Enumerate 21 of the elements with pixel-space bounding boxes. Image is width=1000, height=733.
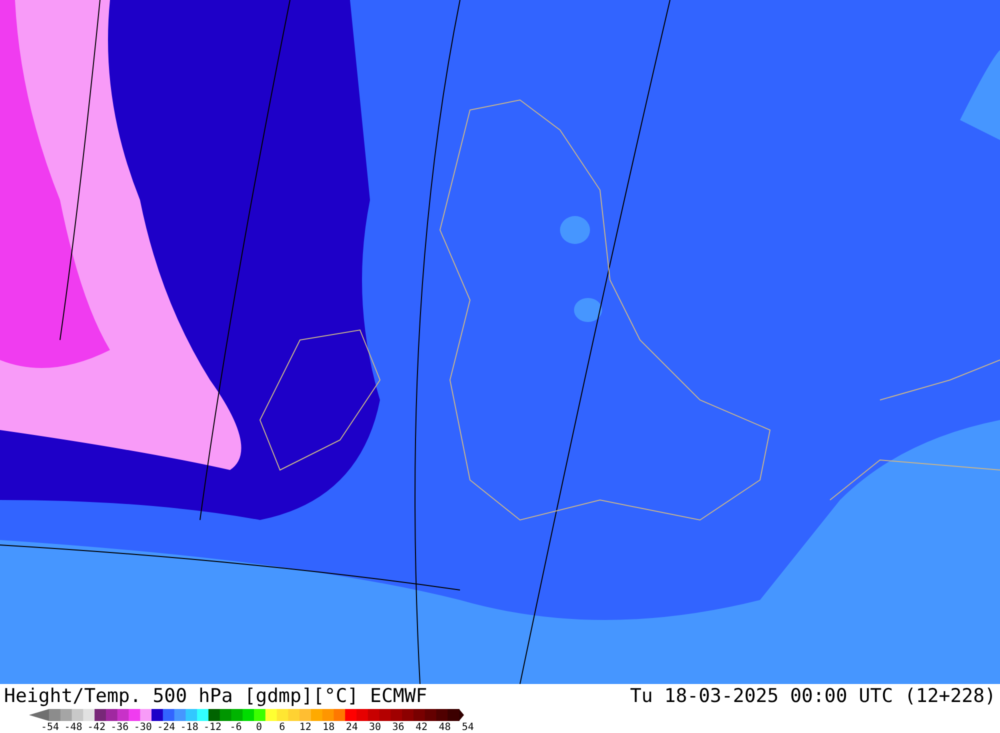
legend-tick-label: -24 (156, 722, 176, 733)
legend-tick-label: 12 (298, 722, 312, 733)
legend-tick-label: 0 (254, 722, 263, 733)
legend-tick-label: -42 (86, 722, 106, 733)
legend-tick-label: 24 (344, 722, 359, 733)
valid-time: Tu 18-03-2025 00:00 UTC (12+228) (630, 685, 996, 707)
legend-tick-label: -30 (132, 722, 153, 733)
legend-tick-label: -54 (40, 722, 60, 733)
legend-tick-label: 42 (414, 722, 429, 733)
chart-title: Height/Temp. 500 hPa [gdmp][°C] ECMWF (4, 685, 428, 707)
legend-tick-label: -12 (202, 722, 223, 733)
legend-tick-label: 18 (322, 722, 336, 733)
legend-tick-label: 48 (438, 722, 452, 733)
legend-tick-label: 54 (460, 722, 475, 733)
legend-tick-label: -6 (228, 722, 243, 733)
legend-tick-label: -36 (110, 722, 130, 733)
legend-tick-label: 30 (368, 722, 382, 733)
legend-tick-label: -48 (63, 722, 84, 733)
legend-tick-label: 6 (278, 722, 286, 733)
legend-tick-label: 36 (391, 722, 406, 733)
legend-tick-label: -18 (179, 722, 200, 733)
